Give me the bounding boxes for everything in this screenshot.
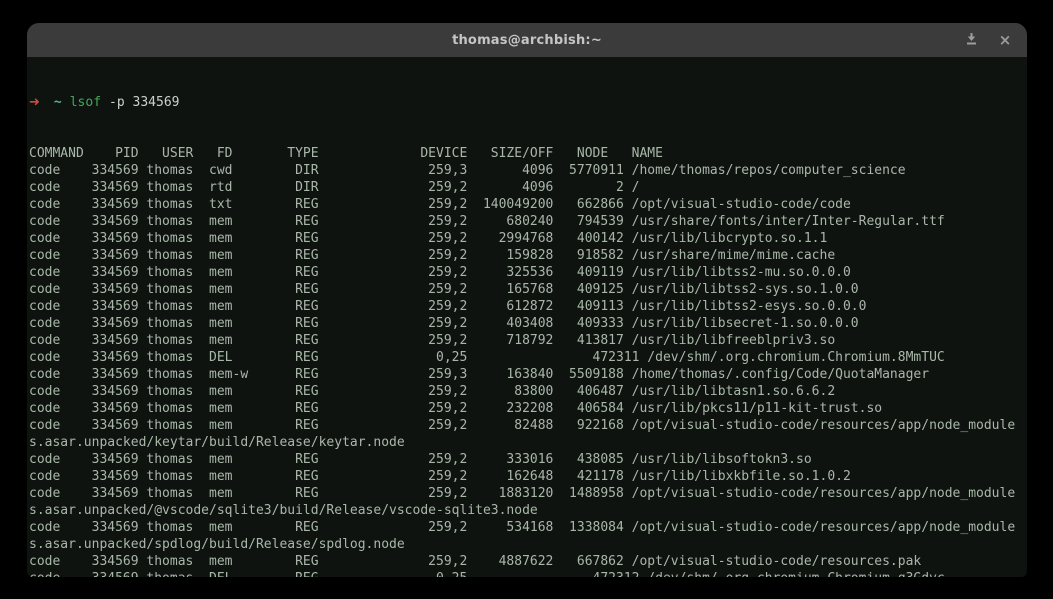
terminal-line: code 334569 thomas mem REG 259,2 83800 4… [29, 383, 1027, 400]
prompt-command: lsof [70, 95, 101, 110]
terminal-line: code 334569 thomas mem REG 259,2 1883120… [29, 485, 1027, 502]
terminal-line: code 334569 thomas txt REG 259,2 1400492… [29, 196, 1027, 213]
terminal-line: code 334569 thomas mem-w REG 259,3 16384… [29, 366, 1027, 383]
terminal-line: code 334569 thomas mem REG 259,2 232208 … [29, 400, 1027, 417]
terminal-line: code 334569 thomas mem REG 259,2 4887622… [29, 553, 1027, 570]
terminal-line: code 334569 thomas mem REG 259,2 718792 … [29, 332, 1027, 349]
terminal-window: thomas@archbish:~ × ➜ ~ lsof -p 334569 COMM… [27, 23, 1027, 577]
download-icon [965, 31, 978, 50]
terminal-line: COMMAND PID USER FD TYPE DEVICE SIZE/OFF… [29, 145, 1027, 162]
terminal-line: code 334569 thomas mem REG 259,2 325536 … [29, 264, 1027, 281]
prompt-arrow-icon: ➜ [29, 95, 40, 110]
window-titlebar[interactable]: thomas@archbish:~ × [27, 23, 1027, 57]
terminal-line: code 334569 thomas mem REG 259,2 162648 … [29, 468, 1027, 485]
terminal-line: code 334569 thomas mem REG 259,2 403408 … [29, 315, 1027, 332]
terminal-line: code 334569 thomas rtd DIR 259,2 4096 2 … [29, 179, 1027, 196]
terminal-line: s.asar.unpacked/keytar/build/Release/key… [29, 434, 1027, 451]
titlebar-controls: × [961, 23, 1015, 57]
terminal-line: code 334569 thomas cwd DIR 259,3 4096 57… [29, 162, 1027, 179]
terminal-line: code 334569 thomas mem REG 259,2 534168 … [29, 519, 1027, 536]
close-button[interactable]: × [995, 30, 1015, 50]
terminal-line: code 334569 thomas mem REG 259,2 82488 9… [29, 417, 1027, 434]
terminal-output: COMMAND PID USER FD TYPE DEVICE SIZE/OFF… [29, 145, 1027, 577]
prompt-cwd: ~ [54, 95, 62, 110]
terminal-line: code 334569 thomas DEL REG 0,25 472311 /… [29, 349, 1027, 366]
terminal-line: code 334569 thomas DEL REG 0,25 472312 /… [29, 570, 1027, 577]
terminal-line: s.asar.unpacked/@vscode/sqlite3/build/Re… [29, 502, 1027, 519]
prompt-line: ➜ ~ lsof -p 334569 [29, 94, 1027, 111]
close-icon: × [999, 33, 1012, 48]
terminal-line: s.asar.unpacked/spdlog/build/Release/spd… [29, 536, 1027, 553]
terminal-line: code 334569 thomas mem REG 259,2 159828 … [29, 247, 1027, 264]
terminal-line: code 334569 thomas mem REG 259,2 333016 … [29, 451, 1027, 468]
terminal-line: code 334569 thomas mem REG 259,2 680240 … [29, 213, 1027, 230]
terminal-content[interactable]: ➜ ~ lsof -p 334569 COMMAND PID USER FD TYPE… [27, 57, 1027, 577]
prompt-args: -p 334569 [109, 95, 179, 110]
terminal-line: code 334569 thomas mem REG 259,2 2994768… [29, 230, 1027, 247]
terminal-line: code 334569 thomas mem REG 259,2 165768 … [29, 281, 1027, 298]
terminal-line: code 334569 thomas mem REG 259,2 612872 … [29, 298, 1027, 315]
window-title: thomas@archbish:~ [452, 33, 602, 48]
download-button[interactable] [961, 30, 981, 50]
